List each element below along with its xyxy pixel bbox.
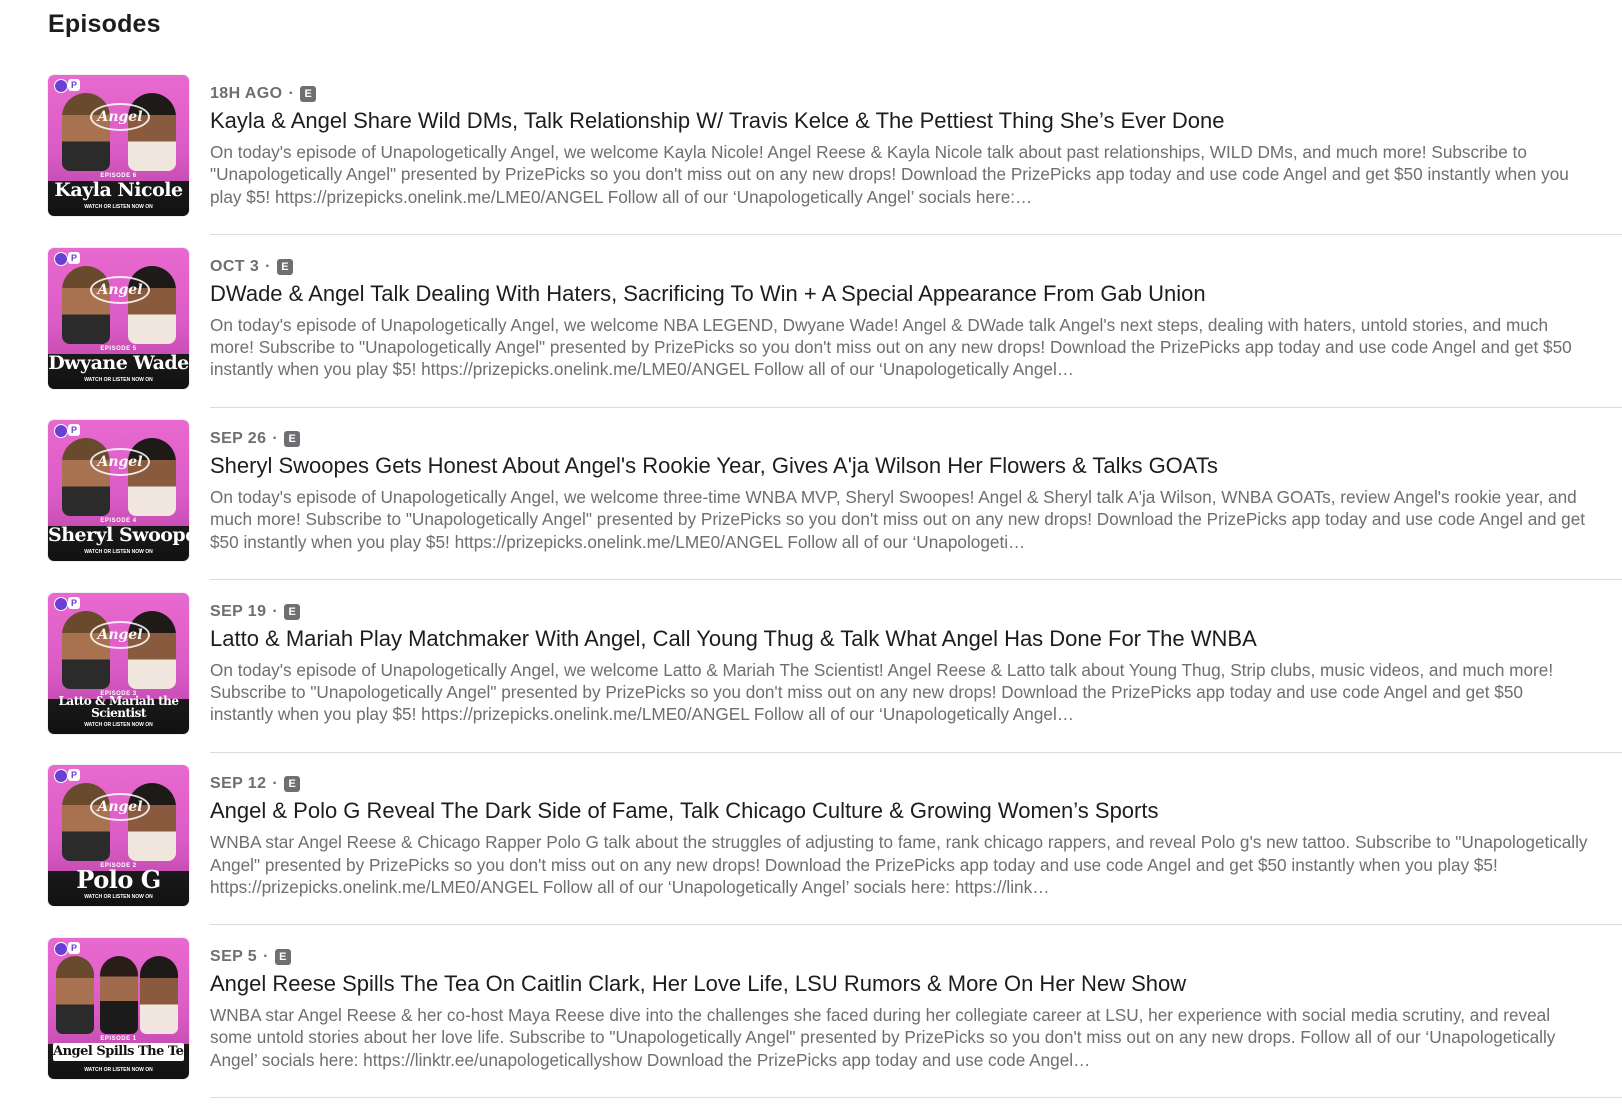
prizepicks-logo-icon: P — [68, 941, 80, 954]
episode-title[interactable]: Sheryl Swoopes Gets Honest About Angel's… — [210, 453, 1600, 479]
show-logo: Angel — [90, 275, 150, 304]
explicit-badge-icon: E — [284, 603, 301, 620]
row-divider — [210, 751, 1622, 753]
separator-dot: · — [265, 257, 271, 275]
show-logo: Angel — [90, 448, 150, 477]
show-logo: Angel — [90, 620, 150, 649]
network-badge-icon — [54, 596, 68, 611]
prizepicks-logo-icon: P — [68, 596, 80, 609]
artwork-watch-label: WATCH OR LISTEN NOW ON — [84, 376, 153, 383]
explicit-badge-icon: E — [300, 86, 317, 102]
artwork-guest-name: Polo G — [76, 865, 161, 895]
row-divider — [210, 234, 1622, 235]
episode-date: SEP 26 — [210, 430, 267, 448]
artwork-guest-name: Dwyane Wade — [48, 351, 189, 374]
explicit-badge-icon: E — [276, 258, 293, 275]
artwork-watch-label: WATCH OR LISTEN NOW ON — [84, 894, 153, 901]
episode-artwork[interactable]: P Angel EPISODE 6 Kayla Nicole WATCH OR … — [48, 75, 189, 216]
episode-title[interactable]: Angel Reese Spills The Tea On Caitlin Cl… — [210, 971, 1600, 997]
episode-title[interactable]: Angel & Polo G Reveal The Dark Side of F… — [210, 798, 1600, 824]
separator-dot: · — [288, 85, 295, 102]
artwork-watch-label: WATCH OR LISTEN NOW ON — [84, 549, 153, 556]
network-badge-icon — [54, 769, 68, 784]
row-divider — [210, 579, 1622, 581]
episode-title[interactable]: Kayla & Angel Share Wild DMs, Talk Relat… — [210, 108, 1600, 134]
episode-meta: 18H AGO · E — [210, 85, 317, 103]
explicit-badge-icon: E — [284, 776, 301, 793]
player-photo — [100, 955, 138, 1034]
episode-row[interactable]: P Angel EPISODE 3 Latto & Mariah the Sci… — [48, 592, 1622, 766]
explicit-badge-icon: E — [284, 431, 301, 448]
network-badge-icon — [54, 424, 68, 439]
episode-row[interactable]: P Angel EPISODE 6 Kayla Nicole WATCH OR … — [48, 75, 1622, 248]
episode-date: SEP 12 — [210, 775, 267, 793]
row-divider — [210, 406, 1622, 408]
episode-description: On today's episode of Unapologetically A… — [210, 314, 1572, 380]
separator-dot: · — [272, 602, 279, 620]
artwork-guest-name: Latto & Mariah the Scientist — [58, 693, 179, 720]
artwork-guest-name: Sheryl Swoopes — [48, 524, 189, 547]
separator-dot: · — [263, 947, 269, 965]
episode-artwork[interactable]: P Angel EPISODE 5 Dwyane Wade WATCH OR L… — [48, 247, 189, 389]
episode-date: SEP 5 — [210, 947, 258, 965]
artwork-watch-label: WATCH OR LISTEN NOW ON — [84, 1066, 153, 1073]
episode-artwork[interactable]: P Angel EPISODE 4 Sheryl Swoopes WATCH O… — [48, 420, 189, 562]
prizepicks-logo-icon: P — [68, 79, 80, 91]
section-title: Episodes — [48, 10, 161, 38]
episode-date: SEP 19 — [210, 602, 267, 620]
episode-row[interactable]: P Angel EPISODE 4 Sheryl Swoopes WATCH O… — [48, 420, 1622, 593]
episode-artwork[interactable]: P Angel EPISODE 3 Latto & Mariah the Sci… — [48, 592, 189, 734]
episode-meta: OCT 3 · E — [210, 258, 293, 276]
explicit-badge-icon: E — [274, 948, 291, 965]
episode-description: WNBA star Angel Reese & Chicago Rapper P… — [210, 832, 1588, 897]
artwork-watch-label: WATCH OR LISTEN NOW ON — [84, 204, 153, 210]
episode-meta: SEP 19 · E — [210, 602, 301, 621]
artwork-watch-label: WATCH OR LISTEN NOW ON — [84, 721, 153, 728]
row-divider — [210, 924, 1622, 926]
episode-description: On today's episode of Unapologetically A… — [210, 142, 1569, 207]
episode-meta: SEP 12 · E — [210, 775, 301, 793]
prizepicks-logo-icon: P — [68, 424, 80, 437]
episode-row[interactable]: P Angel EPISODE 2 Polo G WATCH OR LISTEN… — [48, 765, 1622, 938]
episode-artwork[interactable]: P Angel EPISODE 2 Polo G WATCH OR LISTEN… — [48, 765, 189, 907]
episode-title[interactable]: Latto & Mariah Play Matchmaker With Ange… — [210, 626, 1600, 652]
host-photo — [56, 955, 94, 1034]
artwork-guest-name: Angel Spills The Tea — [53, 1042, 189, 1061]
episode-description: WNBA star Angel Reese & her co-host Maya… — [210, 1004, 1556, 1070]
network-badge-icon — [54, 251, 68, 266]
episode-meta: SEP 26 · E — [210, 430, 301, 448]
prizepicks-logo-icon: P — [68, 769, 80, 782]
separator-dot: · — [272, 775, 279, 793]
artwork-episode-label: EPISODE 1 — [100, 1035, 137, 1042]
episode-artwork[interactable]: P EPISODE 1 Angel Spills The Tea WATCH O… — [48, 937, 189, 1079]
separator-dot: · — [272, 430, 279, 448]
cohost-photo — [140, 955, 178, 1034]
episode-description: On today's episode of Unapologetically A… — [210, 487, 1586, 552]
network-badge-icon — [54, 941, 68, 956]
episode-row[interactable]: P EPISODE 1 Angel Spills The Tea WATCH O… — [48, 937, 1622, 1111]
episode-date: OCT 3 — [210, 257, 260, 275]
show-logo: Angel — [90, 103, 150, 131]
episode-meta: SEP 5 · E — [210, 948, 291, 966]
episode-row[interactable]: P Angel EPISODE 5 Dwyane Wade WATCH OR L… — [48, 247, 1622, 421]
artwork-guest-name: Kayla Nicole — [54, 179, 183, 201]
row-divider — [210, 1096, 1622, 1098]
episode-title[interactable]: DWade & Angel Talk Dealing With Haters, … — [210, 281, 1600, 307]
prizepicks-logo-icon: P — [68, 251, 80, 264]
episode-date: 18H AGO — [210, 85, 283, 102]
network-badge-icon — [54, 79, 68, 93]
episode-description: On today's episode of Unapologetically A… — [210, 659, 1554, 725]
episode-list: P Angel EPISODE 6 Kayla Nicole WATCH OR … — [48, 75, 1622, 1111]
